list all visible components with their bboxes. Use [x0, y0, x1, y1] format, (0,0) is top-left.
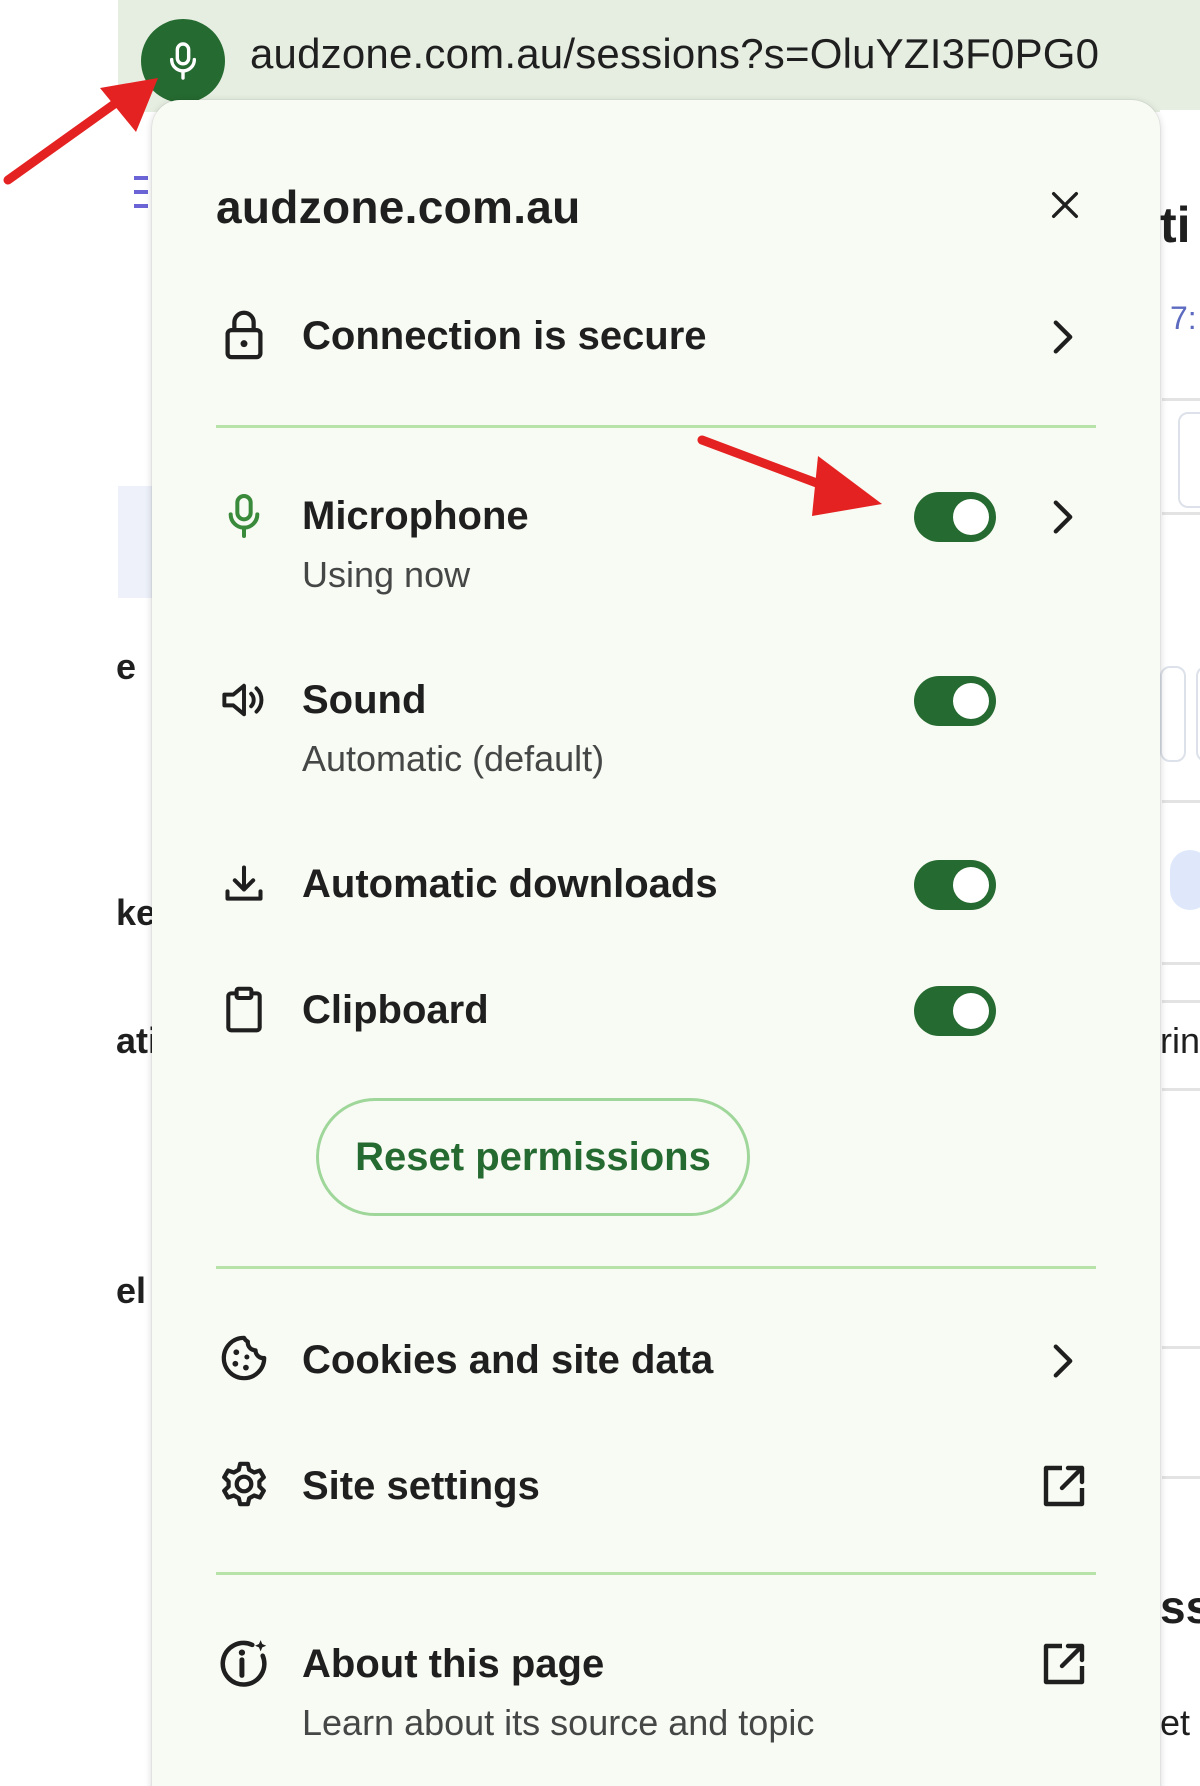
chevron-right-icon — [1040, 314, 1086, 360]
permission-status: Automatic (default) — [302, 738, 605, 779]
divider — [1162, 1346, 1200, 1349]
background-text: ss — [1160, 1581, 1200, 1633]
background-text: el — [116, 1270, 147, 1311]
connection-security-row[interactable]: Connection is secure — [216, 306, 1096, 370]
divider — [1162, 800, 1200, 803]
chevron-right-icon[interactable] — [1040, 494, 1086, 540]
background-badge — [1170, 850, 1200, 910]
chevron-right-icon — [1040, 1338, 1086, 1384]
microphone-icon — [169, 42, 197, 80]
annotation-arrow — [3, 78, 158, 185]
background-text: ke — [116, 892, 157, 933]
background-text: 7: — [1170, 300, 1197, 336]
external-link-icon — [1038, 1460, 1090, 1512]
page-background — [0, 0, 120, 1786]
close-button[interactable] — [1040, 180, 1090, 230]
background-card — [1196, 666, 1200, 762]
about-page-label: About this page — [302, 1642, 605, 1686]
close-icon — [1051, 191, 1079, 219]
automatic-downloads-toggle[interactable] — [914, 860, 996, 910]
about-page-row[interactable]: About this page Learn about its source a… — [216, 1636, 1096, 1746]
connection-label: Connection is secure — [302, 314, 707, 358]
divider — [1162, 398, 1200, 401]
permission-row-sound[interactable]: Sound Automatic (default) — [216, 672, 1096, 782]
annotation-arrow — [697, 435, 882, 516]
section-divider — [216, 1266, 1096, 1269]
page-background-right — [1160, 110, 1200, 1786]
reset-permissions-button[interactable]: Reset permissions — [316, 1098, 750, 1216]
section-divider — [216, 1572, 1096, 1575]
clipboard-toggle[interactable] — [914, 986, 996, 1036]
permission-status: Using now — [302, 554, 471, 595]
section-divider — [216, 425, 1096, 428]
url-text[interactable]: audzone.com.au/sessions?s=OluYZI3F0PG0 — [250, 30, 1099, 78]
external-link-icon — [1038, 1638, 1090, 1690]
background-card — [1178, 412, 1200, 508]
background-text: rin — [1160, 1020, 1200, 1061]
permission-label: Automatic downloads — [302, 862, 718, 906]
background-card — [1160, 666, 1186, 762]
site-settings-row[interactable]: Site settings — [216, 1456, 1096, 1520]
popup-title: audzone.com.au — [216, 181, 581, 233]
about-page-sublabel: Learn about its source and topic — [302, 1702, 815, 1743]
divider — [1162, 1000, 1200, 1003]
permission-row-automatic-downloads[interactable]: Automatic downloads — [216, 856, 1096, 920]
microphone-icon — [216, 488, 272, 544]
background-text: e — [116, 646, 137, 687]
background-text: et — [1160, 1702, 1191, 1743]
permission-label: Sound — [302, 678, 427, 722]
divider — [1162, 962, 1200, 965]
permission-row-clipboard[interactable]: Clipboard — [216, 982, 1096, 1046]
divider — [1162, 1088, 1200, 1091]
info-icon — [216, 1636, 272, 1692]
sound-toggle[interactable] — [914, 676, 996, 726]
permission-label: Clipboard — [302, 988, 489, 1032]
divider — [1162, 1476, 1200, 1479]
cookie-icon — [216, 1330, 272, 1386]
site-settings-label: Site settings — [302, 1464, 540, 1508]
clipboard-icon — [216, 982, 272, 1038]
permission-row-microphone[interactable]: Microphone Using now — [216, 488, 1096, 598]
microphone-toggle[interactable] — [914, 492, 996, 542]
cookies-row[interactable]: Cookies and site data — [216, 1330, 1096, 1394]
download-icon — [216, 856, 272, 912]
lock-icon — [216, 306, 272, 362]
speaker-icon — [216, 672, 272, 728]
background-text: ti — [1160, 197, 1191, 253]
permission-label: Microphone — [302, 494, 529, 538]
divider — [1162, 512, 1200, 515]
cookies-label: Cookies and site data — [302, 1338, 714, 1382]
gear-icon — [216, 1456, 272, 1512]
